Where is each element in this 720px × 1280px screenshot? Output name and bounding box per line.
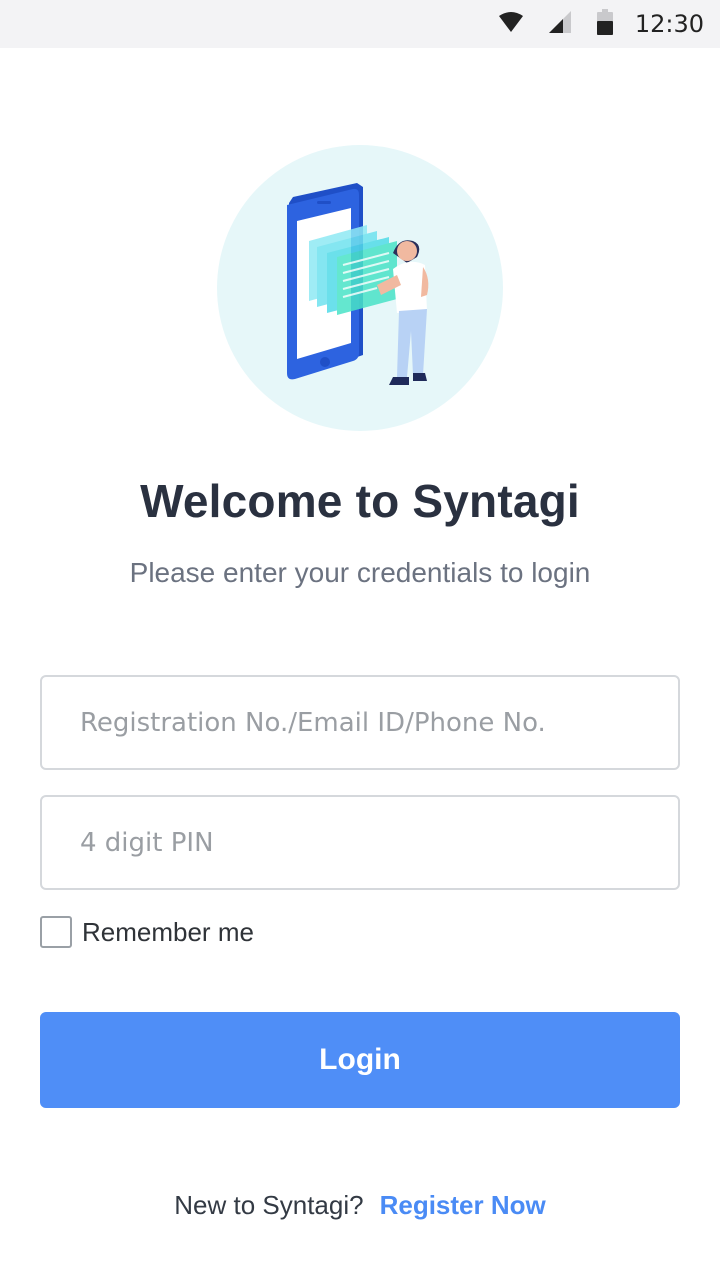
status-bar: 12:30	[0, 0, 720, 48]
remember-me-label: Remember me	[82, 916, 254, 947]
pin-input[interactable]	[40, 795, 680, 890]
registration-email-phone-input[interactable]	[40, 675, 680, 770]
status-time: 12:30	[634, 10, 704, 38]
remember-me-checkbox[interactable]	[40, 916, 72, 948]
welcome-subtitle: Please enter your credentials to login	[129, 557, 591, 588]
new-user-prompt: New to Syntagi?	[174, 1190, 364, 1220]
battery-icon	[596, 8, 613, 40]
login-button[interactable]: Login	[40, 1012, 680, 1108]
welcome-title: Welcome to Syntagi	[140, 475, 580, 527]
register-footer: New to Syntagi? Register Now	[0, 1190, 720, 1221]
register-now-link[interactable]: Register Now	[380, 1190, 546, 1220]
phone-with-person-illustration	[287, 183, 429, 385]
hero-illustration	[217, 145, 503, 431]
wifi-icon	[498, 11, 523, 37]
signal-icon	[548, 10, 571, 38]
remember-me-row[interactable]: Remember me	[40, 915, 254, 949]
